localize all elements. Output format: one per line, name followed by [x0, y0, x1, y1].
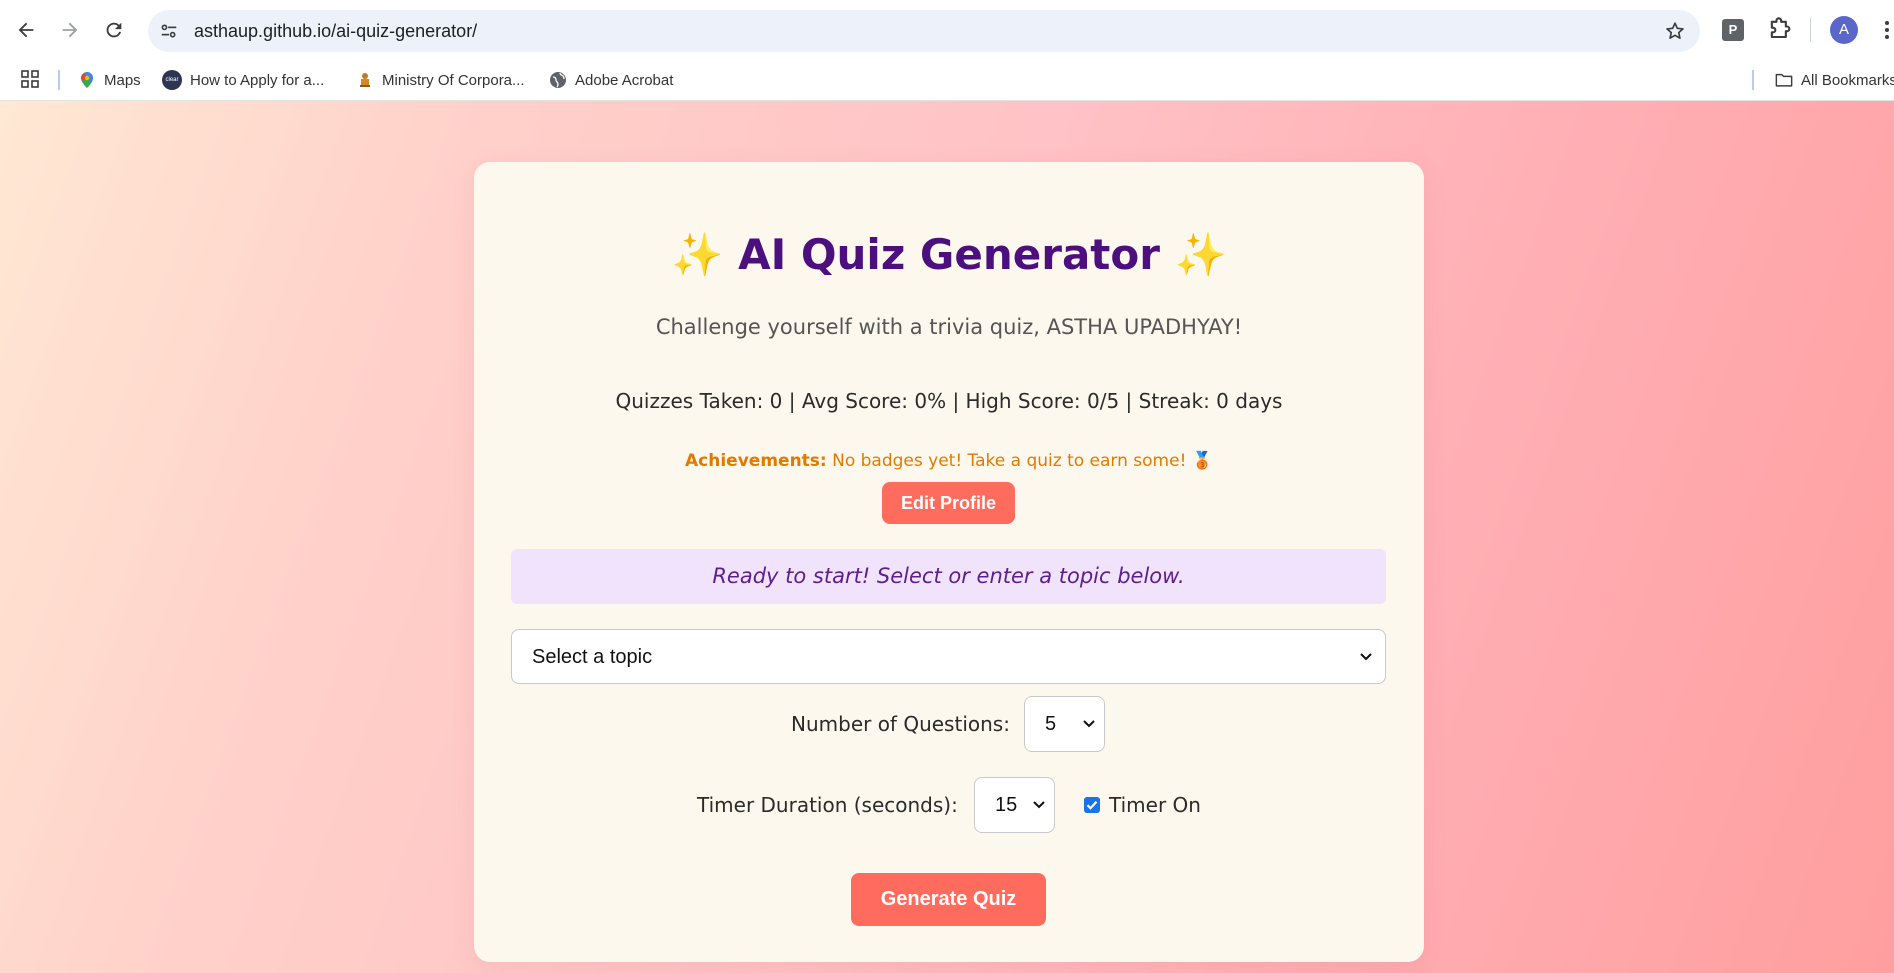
achievements-text: No badges yet! Take a quiz to earn some!… [826, 451, 1213, 471]
forward-button[interactable] [52, 12, 88, 48]
url-text[interactable]: asthaup.github.io/ai-quiz-generator/ [194, 10, 477, 52]
bookmark-label: Ministry Of Corpora... [382, 71, 525, 89]
bookmark-label: Maps [104, 71, 141, 89]
forward-arrow-icon [62, 22, 78, 38]
globe-icon [549, 71, 567, 89]
apps-grid-icon[interactable] [20, 69, 40, 89]
achievements: Achievements: No badges yet! Take a quiz… [474, 451, 1424, 471]
generate-quiz-button[interactable]: Generate Quiz [851, 873, 1046, 926]
subtitle: Challenge yourself with a trivia quiz, A… [655, 315, 1243, 339]
topic-select[interactable]: Select a topic [511, 629, 1386, 684]
quiz-card: ✨ AI Quiz Generator ✨ Challenge yourself… [474, 162, 1424, 962]
timer-duration-select[interactable]: 15 [974, 777, 1055, 833]
bookmark-ministry[interactable]: Ministry Of Corpora... [356, 60, 525, 100]
toolbar-divider [1810, 18, 1811, 42]
timer-duration-label: Timer Duration (seconds): [697, 793, 958, 817]
folder-icon [1775, 71, 1793, 89]
extension-p-icon[interactable]: P [1722, 19, 1744, 41]
page-title: ✨ AI Quiz Generator ✨ [474, 230, 1424, 280]
all-bookmarks-label: All Bookmarks [1801, 71, 1894, 89]
clear-logo-icon: clear [162, 70, 182, 90]
timer-duration-value: 15 [995, 794, 1018, 816]
chevron-down-icon [1360, 652, 1372, 660]
num-questions-label: Number of Questions: [791, 712, 1010, 736]
checkmark-icon [1086, 800, 1098, 810]
browser-toolbar: asthaup.github.io/ai-quiz-generator/ P A [0, 0, 1894, 60]
bookmark-label: How to Apply for a... [190, 71, 325, 89]
more-menu-icon[interactable] [1880, 18, 1894, 42]
back-button[interactable] [8, 12, 44, 48]
chevron-down-icon [1033, 801, 1045, 809]
num-questions-value: 5 [1045, 713, 1057, 735]
reload-button[interactable] [96, 12, 132, 48]
edit-profile-button[interactable]: Edit Profile [882, 482, 1015, 524]
bookmark-maps[interactable]: Maps [78, 60, 141, 100]
bookmarks-separator [58, 70, 60, 90]
site-settings-icon[interactable] [158, 20, 180, 42]
profile-avatar[interactable]: A [1830, 16, 1858, 44]
reload-icon [106, 22, 122, 38]
user-stats: Quizzes Taken: 0 | Avg Score: 0% | High … [615, 389, 1283, 413]
bookmark-adobe-acrobat[interactable]: Adobe Acrobat [549, 60, 673, 100]
bookmarks-separator [1752, 70, 1754, 90]
address-bar[interactable]: asthaup.github.io/ai-quiz-generator/ [148, 10, 1700, 52]
extensions-puzzle-icon[interactable] [1766, 16, 1794, 44]
timer-on-checkbox[interactable] [1084, 797, 1100, 813]
achievements-label: Achievements: [685, 451, 827, 471]
bookmark-label: Adobe Acrobat [575, 71, 674, 89]
maps-pin-icon [78, 71, 96, 89]
sparkle-icon: ✨ [1174, 230, 1227, 279]
chevron-down-icon [1083, 720, 1095, 728]
back-arrow-icon [18, 22, 34, 38]
topic-select-value: Select a topic [532, 646, 653, 668]
bookmark-star-icon[interactable] [1664, 20, 1686, 42]
timer-on-label[interactable]: Timer On [1109, 777, 1201, 833]
bookmarks-bar: Maps clear How to Apply for a... Ministr… [0, 60, 1894, 101]
page-background: ✨ AI Quiz Generator ✨ Challenge yourself… [0, 101, 1894, 973]
title-text: AI Quiz Generator [738, 230, 1160, 279]
sparkle-icon: ✨ [671, 230, 724, 279]
bookmark-how-to-apply[interactable]: clear How to Apply for a... [162, 60, 324, 100]
status-message: Ready to start! Select or enter a topic … [511, 549, 1386, 604]
emblem-icon [356, 71, 374, 89]
all-bookmarks[interactable]: All Bookmarks [1775, 60, 1894, 100]
num-questions-select[interactable]: 5 [1024, 696, 1105, 752]
